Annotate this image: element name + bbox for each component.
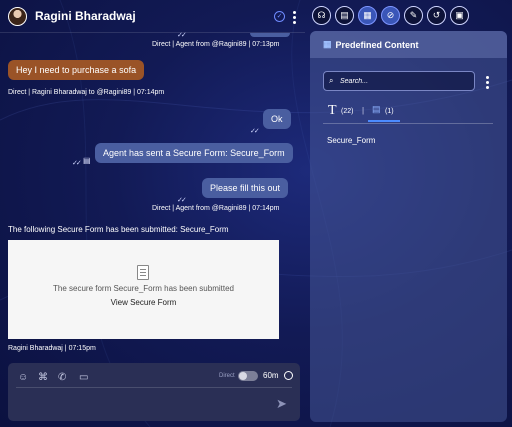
document-icon <box>137 265 149 280</box>
read-receipt-icon: ✓✓ <box>72 160 82 167</box>
compass-icon[interactable]: ⊘ <box>381 6 400 25</box>
predefined-content-panel: ▦ Predefined Content ⌕ T (22) | ▤ (1) Se… <box>310 31 507 422</box>
clock-icon[interactable] <box>284 371 293 380</box>
attachment-icon[interactable]: ⌘ <box>38 372 48 383</box>
note-edit-icon[interactable]: ✎ <box>404 6 423 25</box>
view-secure-form-link[interactable]: View Secure Form <box>8 298 279 307</box>
message-meta: Direct | Agent from @Ragini89 | 07:14pm <box>152 205 280 212</box>
message-meta: Direct | Agent from @Ragini89 | 07:13pm <box>152 41 280 48</box>
chat-more-options-icon[interactable] <box>293 11 297 24</box>
previous-message-bubble <box>250 33 290 37</box>
composer-divider <box>16 387 292 388</box>
secure-form-icon: ▤ <box>83 156 91 165</box>
read-receipt-icon: ✓✓ <box>250 128 260 135</box>
text-tab-icon[interactable]: T <box>328 103 337 119</box>
outgoing-message-bubble: Ok <box>263 109 291 129</box>
submitted-notice: The following Secure Form has been submi… <box>8 225 229 234</box>
form-tab-icon[interactable]: ▤ <box>372 104 381 115</box>
text-tab-count[interactable]: (22) <box>341 108 353 115</box>
contact-avatar[interactable] <box>8 6 27 26</box>
secure-form-sent-bubble[interactable]: Agent has sent a Secure Form: Secure_For… <box>95 143 293 163</box>
message-meta: Ragini Bharadwaj | 07:15pm <box>8 345 96 352</box>
support-agent-icon[interactable]: ☊ <box>312 6 331 25</box>
contact-name: Ragini Bharadwaj <box>35 9 136 23</box>
clipboard-icon[interactable]: ▣ <box>450 6 469 25</box>
secure-form-card: The secure form Secure_Form has been sub… <box>8 240 279 339</box>
direct-label: Direct <box>219 373 235 379</box>
panel-header: ▦ Predefined Content <box>310 31 507 58</box>
send-icon[interactable]: ➤ <box>276 396 287 412</box>
read-receipt-icon: ✓✓ <box>177 32 187 39</box>
history-icon[interactable]: ↺ <box>427 6 446 25</box>
verified-icon: ✓ <box>274 11 285 22</box>
panel-more-options-icon[interactable] <box>486 76 490 89</box>
active-tab-indicator <box>368 120 400 122</box>
tab-baseline <box>323 123 493 124</box>
read-receipt-icon: ✓✓ <box>177 197 187 204</box>
timer-label: 60m <box>263 371 279 380</box>
list-item[interactable]: Secure_Form <box>327 136 375 145</box>
search-icon: ⌕ <box>329 76 334 85</box>
form-tab-count[interactable]: (1) <box>385 108 394 115</box>
panel-title: Predefined Content <box>335 39 419 50</box>
search-input[interactable] <box>340 75 470 88</box>
id-card-icon[interactable]: ▤ <box>335 6 354 25</box>
emoji-icon[interactable]: ☺ <box>18 372 28 383</box>
tab-separator: | <box>362 106 365 115</box>
form-submitted-text: The secure form Secure_Form has been sub… <box>53 284 234 293</box>
direct-toggle[interactable] <box>238 371 258 381</box>
message-composer[interactable]: ☺ ⌘ ✆ ▭ Direct 60m ➤ <box>8 363 300 421</box>
predefined-content-icon[interactable]: ▦ <box>358 6 377 25</box>
incoming-message-bubble: Hey I need to purchase a sofa <box>8 60 145 80</box>
search-box[interactable]: ⌕ <box>323 71 475 91</box>
message-meta: Direct | Ragini Bharadwaj to @Ragini89 |… <box>8 89 165 96</box>
outgoing-message-bubble: Please fill this out <box>202 178 289 198</box>
video-icon[interactable]: ▭ <box>79 372 88 383</box>
phone-icon[interactable]: ✆ <box>58 372 66 383</box>
predefined-content-header-icon: ▦ <box>323 39 332 49</box>
chat-header: Ragini Bharadwaj <box>0 0 305 33</box>
